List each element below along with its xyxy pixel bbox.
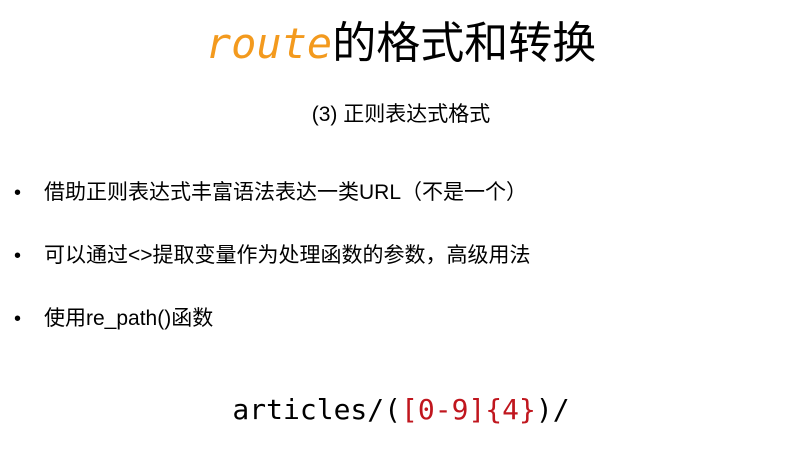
title-code-word: route [205,19,333,68]
code-prefix: articles/( [232,393,401,426]
slide-subtitle: (3) 正则表达式格式 [311,103,491,126]
code-suffix: )/ [535,393,570,426]
bullet-text: 借助正则表达式丰富语法表达一类URL（不是一个） [44,181,528,204]
bullet-text: 使用re_path()函数 [44,307,214,330]
bullet-marker: • [14,245,22,267]
bullet-marker: • [14,182,22,204]
title-rest: 的格式和转换 [332,18,597,69]
code-example: articles/([0-9]{4})/ [0,390,802,430]
bullet-item-2: • 可以通过<>提取变量作为处理函数的参数，高级用法 [14,239,531,273]
bullet-item-1: • 借助正则表达式丰富语法表达一类URL（不是一个） [14,176,527,210]
bullet-item-3: • 使用re_path()函数 [14,302,213,336]
slide-title: route的格式和转换 [0,14,802,74]
code-pattern: [0-9]{4} [401,393,536,426]
bullet-text: 可以通过<>提取变量作为处理函数的参数，高级用法 [44,244,531,267]
bullet-marker: • [14,308,22,330]
